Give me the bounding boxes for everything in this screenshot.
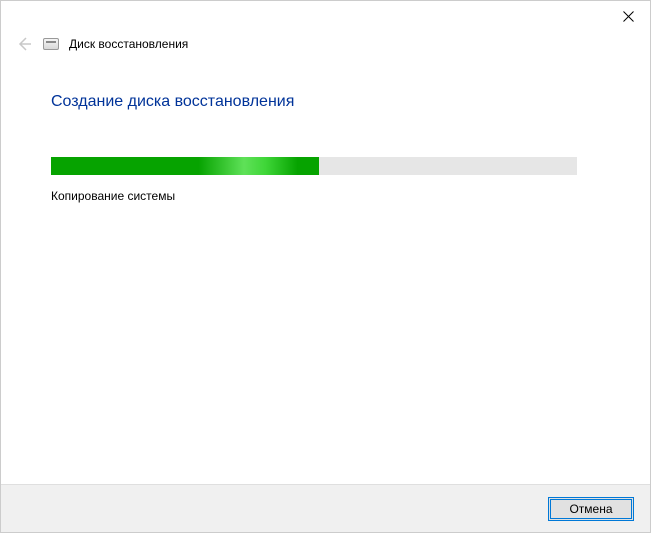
close-button[interactable]	[618, 6, 638, 26]
page-heading: Создание диска восстановления	[51, 93, 600, 111]
window-title: Диск восстановления	[69, 37, 188, 51]
close-icon	[623, 11, 634, 22]
footer: Отмена	[1, 484, 650, 532]
header-row: Диск восстановления	[1, 31, 650, 53]
progress-fill	[51, 157, 319, 175]
back-arrow-icon	[16, 36, 32, 52]
content-area: Создание диска восстановления Копировани…	[1, 53, 650, 203]
titlebar	[1, 1, 650, 31]
back-button	[15, 35, 33, 53]
cancel-button[interactable]: Отмена	[548, 497, 634, 521]
status-text: Копирование системы	[51, 189, 600, 203]
drive-icon	[43, 38, 59, 50]
progress-bar	[51, 157, 577, 175]
